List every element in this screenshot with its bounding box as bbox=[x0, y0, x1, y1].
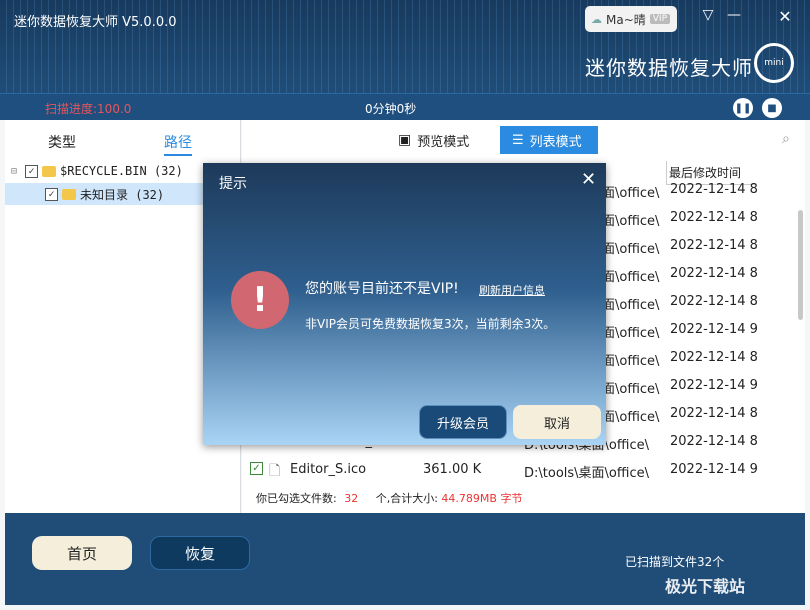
watermark: 极光下载站 bbox=[665, 577, 746, 596]
table-row[interactable]: ✓ 🗋 Editor_S.ico 361.00 K D:\tools\桌面\of… bbox=[242, 456, 805, 484]
file-date: 2022-12-14 9 bbox=[670, 462, 758, 477]
list-icon: ☰ bbox=[512, 132, 524, 148]
dialog-detail: 非VIP会员可免费数据恢复3次，当前剩余3次。 bbox=[305, 317, 556, 331]
stop-button[interactable]: ■ bbox=[762, 98, 782, 118]
preview-mode-button[interactable]: ▣ 预览模式 bbox=[386, 126, 481, 154]
scanned-count: 已扫描到文件32个 bbox=[625, 555, 725, 569]
user-account-chip[interactable]: ☁ Ma~晴 VIP bbox=[585, 6, 677, 32]
title-bar: 迷你数据恢复大师 V5.0.0.0 ☁ Ma~晴 VIP ▽ — ✕ 迷你数据恢… bbox=[0, 0, 810, 93]
vertical-scrollbar[interactable] bbox=[798, 210, 803, 320]
tab-path[interactable]: 路径 bbox=[164, 132, 192, 156]
list-mode-button[interactable]: ☰ 列表模式 bbox=[500, 126, 598, 154]
tree-label: 未知目录 (32) bbox=[80, 187, 165, 202]
upgrade-vip-button[interactable]: 升级会员 bbox=[419, 405, 507, 439]
selection-summary: 你已勾选文件数: 32 个,合计大小: 44.789MB 字节 bbox=[256, 492, 523, 505]
warning-icon: ! bbox=[231, 271, 289, 329]
search-icon[interactable]: ⌕ bbox=[782, 131, 790, 147]
home-button[interactable]: 首页 bbox=[32, 536, 132, 570]
tree-checkbox[interactable]: ✓ bbox=[25, 164, 39, 178]
file-path: D:\tools\桌面\office\ bbox=[524, 466, 649, 481]
scan-progress-label: 扫描进度:100.0 bbox=[45, 102, 132, 116]
bottom-bar: 首页 恢复 已扫描到文件32个 极光下载站 bbox=[5, 513, 805, 605]
file-size: 361.00 K bbox=[423, 462, 482, 477]
refresh-user-info-link[interactable]: 刷新用户信息 bbox=[479, 282, 545, 298]
vip-notice-dialog: 提示 ✕ ! 您的账号目前还不是VIP! 刷新用户信息 非VIP会员可免费数据恢… bbox=[203, 163, 606, 445]
window-title: 迷你数据恢复大师 V5.0.0.0 bbox=[14, 15, 177, 30]
minimize-button[interactable]: — bbox=[724, 7, 744, 23]
vip-badge: VIP bbox=[649, 14, 671, 24]
dialog-message: 您的账号目前还不是VIP! bbox=[305, 281, 459, 297]
collapse-icon[interactable]: ⊟ bbox=[11, 166, 17, 177]
dialog-close-icon[interactable]: ✕ bbox=[581, 169, 596, 190]
cloud-icon: ☁ bbox=[591, 12, 602, 26]
file-icon: 🗋 bbox=[269, 463, 281, 479]
recover-button[interactable]: 恢复 bbox=[150, 536, 250, 570]
file-name: Editor_S.ico bbox=[290, 462, 367, 477]
close-window-button[interactable]: ✕ bbox=[775, 7, 795, 26]
brand-name: 迷你数据恢复大师 bbox=[585, 56, 753, 80]
tab-type[interactable]: 类型 bbox=[48, 132, 76, 152]
user-name: Ma~晴 bbox=[606, 12, 646, 27]
tree-checkbox[interactable]: ✓ bbox=[45, 187, 58, 201]
tree-label: $RECYCLE.BIN (32) bbox=[60, 164, 183, 178]
scan-progress-bar: 扫描进度:100.0 0分钟0秒 ❚❚ ■ bbox=[0, 93, 810, 120]
brand-logo-icon: mini bbox=[754, 43, 794, 83]
folder-icon bbox=[42, 165, 57, 177]
dropdown-menu-icon[interactable]: ▽ bbox=[698, 7, 718, 23]
pause-button[interactable]: ❚❚ bbox=[733, 98, 753, 118]
row-checkbox[interactable]: ✓ bbox=[250, 462, 263, 475]
dialog-title: 提示 bbox=[219, 176, 247, 192]
elapsed-time: 0分钟0秒 bbox=[365, 102, 417, 116]
preview-icon: ▣ bbox=[398, 132, 412, 148]
folder-icon bbox=[62, 188, 76, 200]
cancel-button[interactable]: 取消 bbox=[513, 405, 601, 439]
